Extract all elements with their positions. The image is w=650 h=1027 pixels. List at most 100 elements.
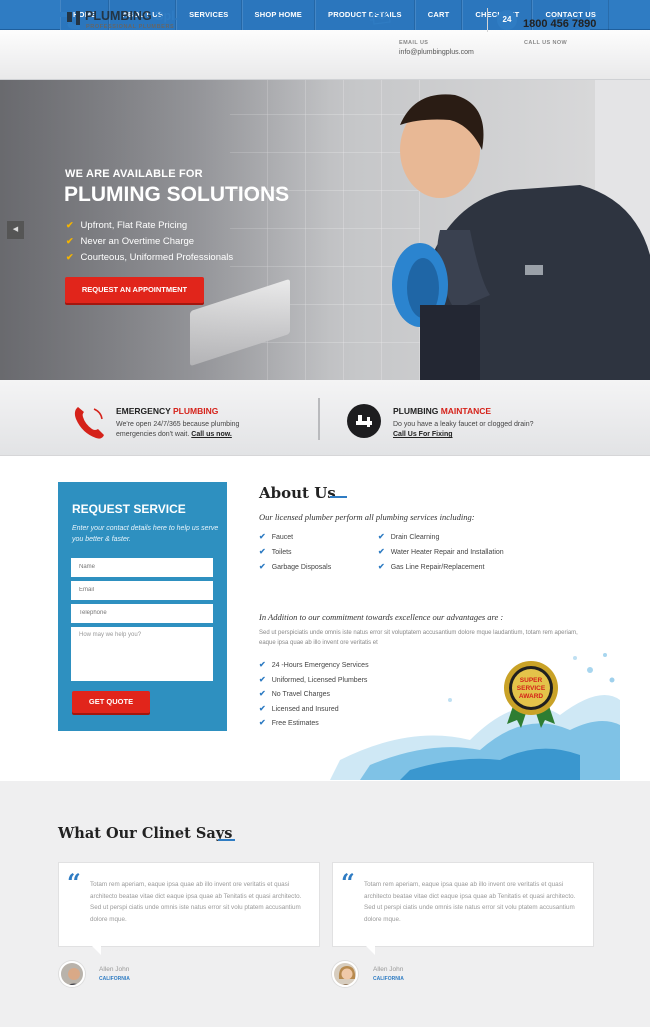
testimonials-title-underline [218,839,235,841]
service-item-text: Drain Clearning [390,534,440,541]
logo-accent-text: Spl. [155,9,179,23]
hero-benefit-text: Upfront, Flat Rate Pricing [80,220,188,231]
check-icon: ✔ [259,562,266,571]
maintance-title: PLUMBING MAINTANCE [393,406,491,416]
about-title-underline [330,496,347,498]
service-item-text: Faucet [271,534,294,541]
nav-services[interactable]: SERVICES [176,0,242,30]
nav-shop-home[interactable]: SHOP HOME [241,0,316,30]
hero-benefit-text: Never an Overtime Charge [80,236,195,247]
service-item: ✔ Drain Clearning [378,532,439,541]
nav-product-details[interactable]: PRODUCT DETAILS [315,0,415,30]
testimonial-text: Totam rem aperiam, eaque ipsa quae ab il… [90,881,302,923]
phone-number[interactable]: 1800 456 7890 [523,18,596,30]
about-intro: Our licensed plumber perform all plumbin… [259,512,475,522]
emergency-line2-text: emergencies don't wait. [116,431,190,438]
service-item-text: Gas Line Repair/Replacement [390,564,485,571]
award-line-1: SUPER [520,677,543,684]
check-icon: ✔ [259,704,266,713]
service-item: ✔ Water Heater Repair and Installation [378,547,504,556]
emergency-line2: emergencies don't wait. Call us now. [116,430,232,440]
logo-subtitle: PROFESSIONAL PLUMBERS [86,24,175,30]
check-icon: ✔ [378,547,385,556]
about-title: About Us [259,484,336,502]
advantages-intro: In Addition to our commitment towards ex… [259,612,504,622]
service-award-badge: SUPER SERVICE AWARD [504,661,558,728]
avatar [332,961,358,987]
mail-icon [369,10,391,25]
testimonials-title: What Our Clinet Says [58,825,233,842]
water-splash-image [330,653,620,780]
message-textarea[interactable]: How may we help you? [71,627,213,681]
maintance-link-line: Call Us For Fixing [393,430,453,440]
slider-prev-arrow[interactable]: ◀ [7,221,24,239]
hero-benefit-text: Courteous, Uniformed Professionals [80,252,234,263]
call-label: CALL US NOW [524,40,568,46]
hero-benefit: ✔ Never an Overtime Charge [66,234,233,250]
hero-title: PLUMING SOLUTIONS [64,183,290,206]
plumber-photo [392,80,650,380]
check-icon: ✔ [259,532,266,541]
request-appointment-button[interactable]: REQUEST AN APPOINTMENT [65,277,204,303]
service-item-text: Toilets [271,549,292,556]
maintance-title-b: MAINTANCE [440,406,492,416]
check-icon: ✔ [378,532,385,541]
hero-kicker: WE ARE AVAILABLE FOR [65,168,203,180]
telephone-icon [74,407,104,439]
advantage-item: ✔ No Travel Charges [259,689,330,698]
service-item: ✔ Gas Line Repair/Replacement [378,562,484,571]
quote-icon: “ [67,868,81,897]
email-input[interactable] [71,581,213,600]
service-item: ✔ Garbage Disposals [259,562,331,571]
testimonial-text: Totam rem aperiam, eaque ipsa quae ab il… [364,881,576,923]
wrench-tools-icon [347,404,381,438]
testimonial-author: Allen John [99,966,130,973]
maintance-title-a: PLUMBING [393,406,441,416]
testimonial-author: Allen John [373,966,404,973]
hero-benefit: ✔ Upfront, Flat Rate Pricing [66,218,233,234]
award-line-3: AWARD [519,693,544,700]
get-quote-button[interactable]: GET QUOTE [72,691,150,713]
header-divider [487,8,488,32]
testimonial-location: CALIFORNIA [99,976,130,982]
service-item: ✔ Toilets [259,547,292,556]
advantage-item-text: 24 -Hours Emergency Services [271,662,369,669]
service-item-text: Water Heater Repair and Installation [390,549,504,556]
advantage-item: ✔ Free Estimates [259,718,319,727]
avatar [59,961,85,987]
logo-title[interactable]: PLUMBING Spl. [85,9,178,23]
advantage-item: ✔ Uniformed, Licensed Plumbers [259,675,367,684]
check-icon: ✔ [259,689,266,698]
email-value[interactable]: info@plumbingplus.com [399,49,474,56]
check-icon: ✔ [259,660,266,669]
testimonial-card: “ Totam rem aperiam, eaque ipsa quae ab … [58,862,320,955]
nav-cart[interactable]: CART [414,0,463,30]
testimonial-location: CALIFORNIA [373,976,404,982]
call-24-icon: 24 [497,10,517,30]
pipe-logo-icon[interactable] [58,9,82,31]
check-icon: ✔ [66,236,74,246]
advantage-item-text: No Travel Charges [271,691,331,698]
advantage-item-text: Free Estimates [271,720,319,727]
hero-benefits: ✔ Upfront, Flat Rate Pricing ✔ Never an Ov… [66,218,233,266]
strip-divider [318,398,320,440]
card-tail [92,946,101,955]
quote-icon: “ [341,868,355,897]
advantage-item-text: Licensed and Insured [271,706,339,713]
card-tail [366,946,375,955]
request-description: Enter your contact details here to help … [72,525,219,543]
wrench-tools-glyph [356,415,372,427]
advantage-item: ✔ Licensed and Insured [259,704,339,713]
call-us-for-fixing-link[interactable]: Call Us For Fixing [393,431,453,438]
telephone-input[interactable] [71,604,213,623]
check-icon: ✔ [259,718,266,727]
logo-main-text: PLUMBING [85,9,152,23]
name-input[interactable] [71,558,213,577]
email-label: EMAIL US [399,40,429,46]
request-title: REQUEST SERVICE [72,502,186,516]
call-us-now-link[interactable]: Call us now. [191,431,232,438]
check-icon: ✔ [259,547,266,556]
request-service-form: REQUEST SERVICE Enter your contact detai… [58,482,227,731]
advantage-item-text: Uniformed, Licensed Plumbers [271,677,368,684]
check-icon: ✔ [378,562,385,571]
